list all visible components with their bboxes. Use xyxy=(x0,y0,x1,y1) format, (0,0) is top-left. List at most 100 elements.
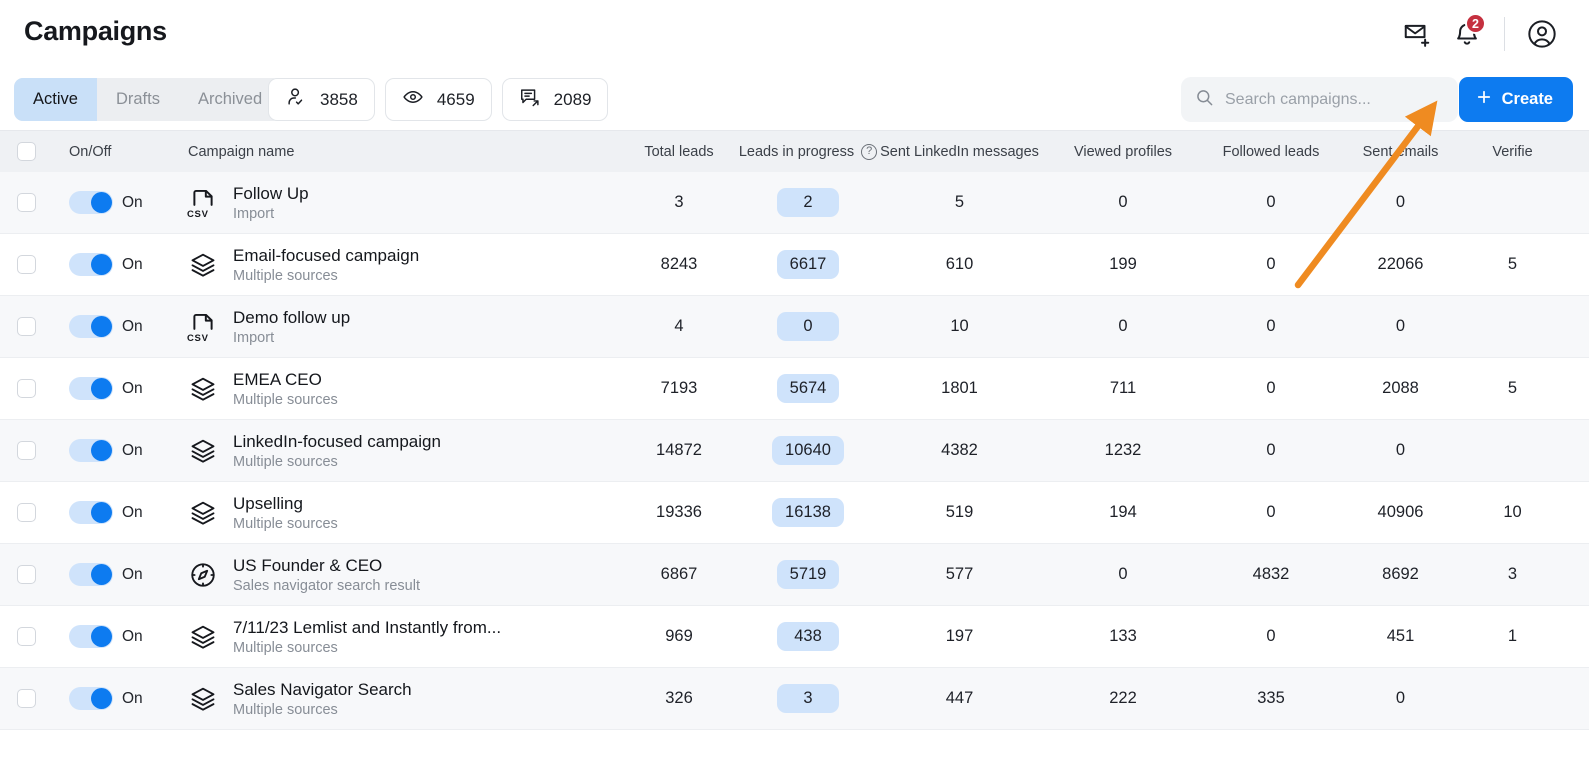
mail-add-icon[interactable] xyxy=(1392,13,1442,55)
table-row[interactable]: On Sales Navigator Search Multiple sources… xyxy=(0,668,1589,730)
row-actions-button[interactable] xyxy=(1561,627,1589,646)
account-icon[interactable] xyxy=(1517,13,1567,55)
toggle-state-label: On xyxy=(122,193,143,211)
campaign-name-cell[interactable]: Email-focused campaign Multiple sources xyxy=(170,246,620,284)
table-row[interactable]: On Upselling Multiple sources 19336 16138 519… xyxy=(0,482,1589,544)
campaign-toggle[interactable] xyxy=(69,687,113,710)
row-checkbox[interactable] xyxy=(16,255,36,274)
campaign-name: LinkedIn-focused campaign xyxy=(233,431,441,451)
row-checkbox[interactable] xyxy=(16,689,36,708)
row-checkbox-cell xyxy=(0,565,52,584)
table-row[interactable]: On 7/11/23 Lemlist and Instantly from... M… xyxy=(0,606,1589,668)
campaign-name: 7/11/23 Lemlist and Instantly from... xyxy=(233,617,502,637)
campaign-name: Email-focused campaign xyxy=(233,245,420,265)
select-all-checkbox[interactable] xyxy=(16,142,36,161)
row-checkbox[interactable] xyxy=(16,317,36,336)
row-actions-button[interactable] xyxy=(1561,255,1589,274)
campaign-name-cell[interactable]: Upselling Multiple sources xyxy=(170,494,620,532)
row-checkbox-cell xyxy=(0,689,52,708)
search-box[interactable] xyxy=(1181,77,1458,122)
create-button[interactable]: Create xyxy=(1458,77,1573,122)
cell-leads-in-progress: 10640 xyxy=(738,436,878,465)
cell-sent-linkedin-messages: 519 xyxy=(945,503,974,521)
campaign-toggle[interactable] xyxy=(69,563,113,586)
column-header-followed-leads: Followed leads xyxy=(1222,143,1320,160)
stat-pill-replies[interactable]: 2089 xyxy=(501,78,609,121)
campaign-name-cell[interactable]: CSV Follow Up Import xyxy=(170,184,620,222)
table-row[interactable]: On US Founder & CEO Sales navigator search… xyxy=(0,544,1589,606)
table-row[interactable]: On Email-focused campaign Multiple sources… xyxy=(0,234,1589,296)
row-actions-button[interactable] xyxy=(1561,441,1589,460)
campaign-toggle[interactable] xyxy=(69,191,113,214)
campaign-toggle[interactable] xyxy=(69,625,113,648)
header-actions: 2 xyxy=(1392,13,1567,55)
bell-icon[interactable]: 2 xyxy=(1442,13,1492,55)
row-checkbox[interactable] xyxy=(16,503,36,522)
row-actions-button[interactable] xyxy=(1561,565,1589,584)
table-row[interactable]: On CSV Demo follow up Import 4 0 10 0 0 0 xyxy=(0,296,1589,358)
leads-in-progress-badge: 438 xyxy=(777,622,839,651)
cell-sent-emails: 0 xyxy=(1395,689,1406,707)
cell-total-leads: 8243 xyxy=(660,255,698,273)
stat-pill-views[interactable]: 4659 xyxy=(384,78,492,121)
cell-total-leads: 6867 xyxy=(660,565,698,583)
leads-in-progress-badge: 3 xyxy=(777,684,839,713)
campaign-source: Import xyxy=(233,329,275,346)
status-tabs: Active Drafts Archived xyxy=(14,78,282,121)
campaign-toggle[interactable] xyxy=(69,253,113,276)
row-toggle-cell: On xyxy=(52,439,170,462)
table-row[interactable]: On LinkedIn-focused campaign Multiple sour… xyxy=(0,420,1589,482)
stat-value: 3858 xyxy=(320,89,358,109)
toggle-state-label: On xyxy=(122,317,143,335)
campaign-source: Multiple sources xyxy=(233,391,338,408)
leads-in-progress-badge: 6617 xyxy=(776,250,840,279)
row-actions-button[interactable] xyxy=(1561,689,1589,708)
campaign-name-cell[interactable]: 7/11/23 Lemlist and Instantly from... Mul… xyxy=(170,618,620,656)
row-actions-button[interactable] xyxy=(1561,379,1589,398)
campaign-toggle[interactable] xyxy=(69,377,113,400)
info-icon[interactable]: ? xyxy=(861,143,878,160)
stat-pill-contacted[interactable]: 3858 xyxy=(268,78,375,121)
campaign-toggle[interactable] xyxy=(69,439,113,462)
cell-followed-leads: 4832 xyxy=(1252,565,1290,583)
campaign-name-cell[interactable]: LinkedIn-focused campaign Multiple source… xyxy=(170,432,620,470)
campaign-name-cell[interactable]: Sales Navigator Search Multiple sources xyxy=(170,680,620,718)
row-toggle-cell: On xyxy=(52,253,170,276)
cell-sent-linkedin-messages: 5 xyxy=(954,193,965,211)
row-checkbox[interactable] xyxy=(16,193,36,212)
row-actions-button[interactable] xyxy=(1561,503,1589,522)
cell-viewed-profiles: 199 xyxy=(1109,255,1137,273)
tab-drafts[interactable]: Drafts xyxy=(97,78,179,121)
table-row[interactable]: On CSV Follow Up Import 3 2 5 0 0 0 xyxy=(0,172,1589,234)
tab-active[interactable]: Active xyxy=(14,78,97,121)
stat-pills: 3858 4659 2089 xyxy=(268,78,609,121)
campaign-name-cell[interactable]: CSV Demo follow up Import xyxy=(170,308,620,346)
row-checkbox[interactable] xyxy=(16,627,36,646)
layers-icon xyxy=(188,375,218,403)
campaign-toggle[interactable] xyxy=(69,315,113,338)
row-checkbox[interactable] xyxy=(16,565,36,584)
cell-verified: 3 xyxy=(1507,565,1518,583)
cell-leads-in-progress: 5719 xyxy=(738,560,878,589)
header-divider xyxy=(1504,17,1505,51)
row-actions-button[interactable] xyxy=(1561,193,1589,212)
campaigns-page: Campaigns 2 Active Drafts Archived 3858 … xyxy=(0,0,1589,758)
create-button-label: Create xyxy=(1501,90,1553,108)
cell-sent-emails: 2088 xyxy=(1382,379,1419,397)
search-input[interactable] xyxy=(1225,90,1444,109)
table-row[interactable]: On EMEA CEO Multiple sources 7193 5674 1801 71… xyxy=(0,358,1589,420)
campaign-toggle[interactable] xyxy=(69,501,113,524)
row-checkbox-cell xyxy=(0,441,52,460)
cell-viewed-profiles: 1232 xyxy=(1104,441,1142,459)
tab-archived[interactable]: Archived xyxy=(179,78,281,121)
cell-sent-emails: 0 xyxy=(1395,193,1406,211)
row-checkbox[interactable] xyxy=(16,441,36,460)
table-header-row: On/Off Campaign name Total leads Leads i… xyxy=(0,130,1589,172)
row-checkbox-cell xyxy=(0,317,52,336)
campaign-name-cell[interactable]: US Founder & CEO Sales navigator search r… xyxy=(170,556,620,594)
cell-followed-leads: 0 xyxy=(1266,379,1276,397)
row-checkbox[interactable] xyxy=(16,379,36,398)
toggle-state-label: On xyxy=(122,565,143,583)
campaign-name-cell[interactable]: EMEA CEO Multiple sources xyxy=(170,370,620,408)
row-actions-button[interactable] xyxy=(1561,317,1589,336)
